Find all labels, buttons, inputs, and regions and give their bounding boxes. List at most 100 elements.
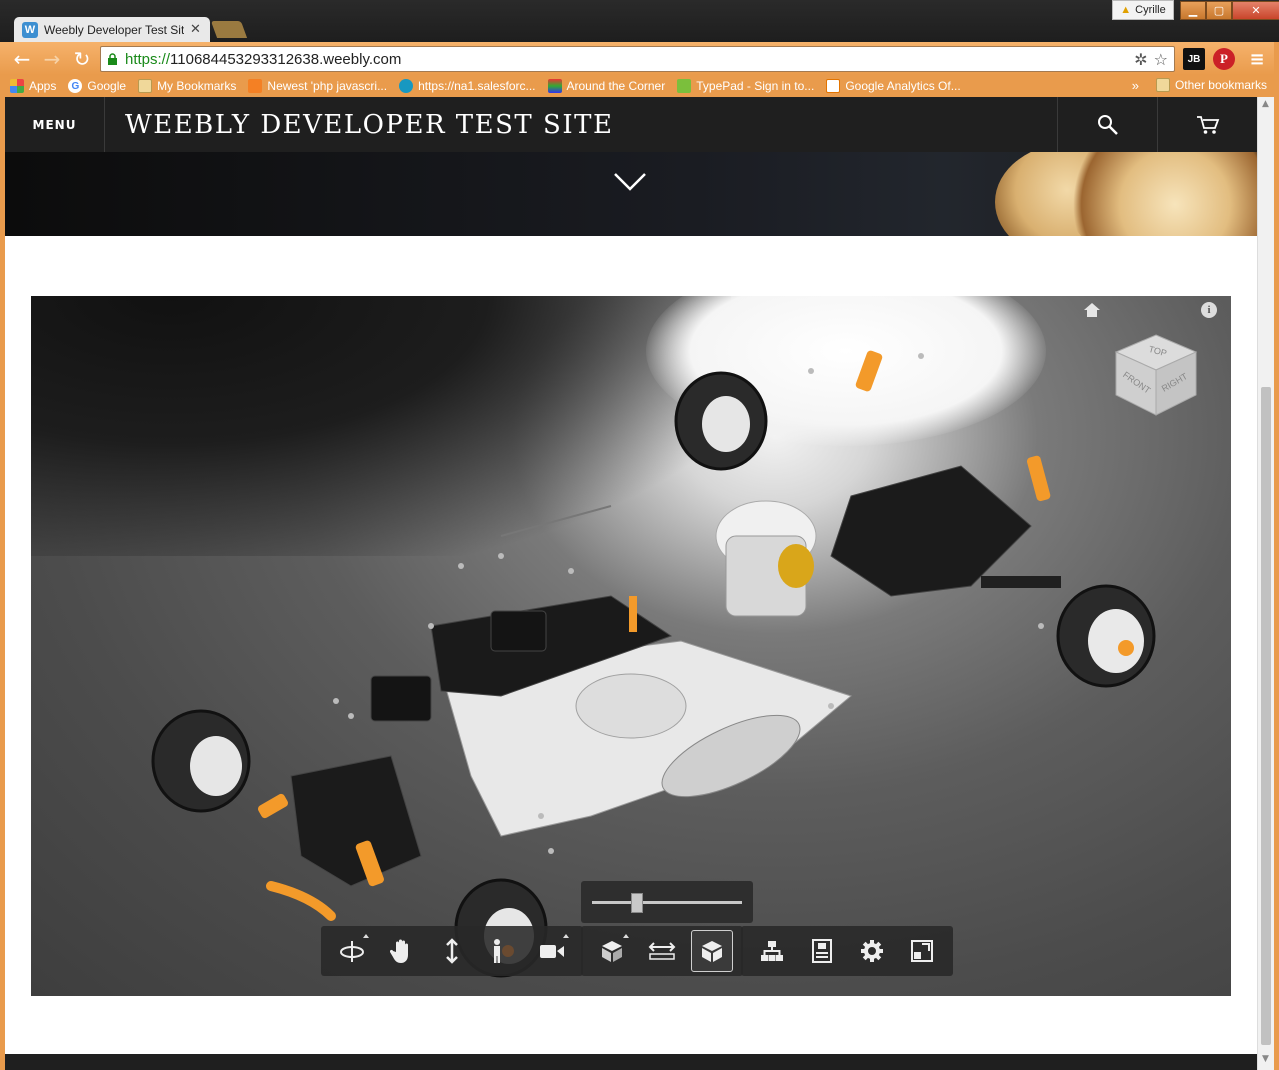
profile-name: Cyrille [1135, 4, 1166, 16]
settings-tool[interactable] [847, 930, 897, 972]
front-shock-left [257, 793, 289, 819]
explode-slider-track[interactable] [592, 901, 742, 904]
model-structure-icon [761, 941, 783, 961]
analytics-icon [826, 79, 841, 93]
orange-spacer [629, 596, 637, 632]
throttle-servo [490, 610, 547, 652]
properties-tool[interactable] [797, 930, 847, 972]
tab-close-icon[interactable]: ✕ [190, 22, 201, 37]
chrome-menu-icon[interactable]: ≡ [1246, 48, 1268, 70]
maximize-button[interactable]: ▢ [1206, 1, 1232, 20]
bookmark-star-icon[interactable]: ☆ [1154, 50, 1168, 69]
bookmark-stackoverflow[interactable]: Newest 'php javascri... [248, 79, 387, 93]
zoom-tool[interactable] [427, 930, 477, 972]
orbit-icon [340, 941, 364, 962]
more-bookmarks-icon[interactable]: » [1132, 78, 1139, 93]
warning-icon: ▲ [1120, 4, 1132, 16]
stackoverflow-icon [248, 79, 263, 93]
section-icon [702, 941, 722, 962]
scroll-down-chevron-icon[interactable] [613, 172, 647, 192]
cart-icon [1196, 115, 1219, 134]
rear-shock [1026, 455, 1051, 502]
3d-model-viewer[interactable]: i TOP FRONT RIGHT [31, 296, 1231, 996]
measure-tool[interactable] [637, 930, 687, 972]
scroll-up-icon[interactable]: ▲ [1262, 99, 1269, 109]
bookmark-around-the-corner[interactable]: Around the Corner [547, 79, 665, 93]
site-icon [547, 79, 562, 93]
bookmark-label: TypePad - Sign in to... [696, 79, 815, 93]
profile-button[interactable]: ▲ Cyrille [1112, 0, 1174, 20]
first-person-tool[interactable] [477, 930, 527, 972]
url-scheme: https:// [125, 50, 171, 68]
first-person-icon [494, 939, 514, 963]
folder-icon [1155, 78, 1170, 92]
window-controls: ▁ ▢ ✕ [1180, 1, 1279, 20]
properties-icon [812, 939, 832, 963]
explode-caret-icon [623, 934, 629, 938]
explode-tool[interactable] [587, 930, 637, 972]
bookmark-typepad[interactable]: TypePad - Sign in to... [677, 79, 814, 93]
scrollbar-thumb[interactable] [1261, 387, 1271, 1045]
search-icon [1097, 114, 1118, 135]
address-bar[interactable]: https://110684453293312638.weebly.com ✲ … [100, 46, 1175, 72]
bookmark-google[interactable]: G Google [68, 79, 126, 93]
close-window-button[interactable]: ✕ [1232, 1, 1279, 20]
jetbrains-extension-icon[interactable]: JB [1183, 48, 1205, 70]
cookie-image [1065, 152, 1257, 236]
bookmark-apps[interactable]: Apps [10, 79, 56, 93]
google-icon: G [68, 79, 83, 93]
orange-rod [266, 881, 336, 921]
steering-rod [500, 505, 612, 537]
steering-servo [370, 675, 432, 722]
scroll-down-icon[interactable]: ▼ [1262, 1054, 1269, 1064]
new-tab-button[interactable] [210, 21, 248, 38]
explode-slider-thumb[interactable] [631, 893, 643, 913]
section-tool[interactable] [691, 930, 733, 972]
front-gearbox [290, 755, 422, 887]
model-tools [581, 926, 743, 976]
viewcube[interactable]: TOP FRONT RIGHT [1111, 330, 1201, 420]
back-icon[interactable]: ← [10, 47, 34, 71]
cart-button[interactable] [1157, 97, 1257, 152]
minimize-button[interactable]: ▁ [1180, 1, 1206, 20]
page-viewport: MENU WEEBLY DEVELOPER TEST SITE i TOP FR… [5, 97, 1257, 1070]
bookmark-google-analytics[interactable]: Google Analytics Of... [826, 79, 961, 93]
info-icon[interactable]: i [1201, 302, 1217, 318]
hero-banner [5, 152, 1257, 236]
bookmark-label: Google [87, 79, 127, 93]
menu-button[interactable]: MENU [5, 97, 105, 152]
bookmark-salesforce[interactable]: https://na1.salesforc... [399, 79, 536, 93]
fuel-tank [575, 673, 687, 739]
other-bookmarks[interactable]: Other bookmarks [1155, 78, 1267, 92]
lock-icon [108, 53, 117, 65]
orbit-tool[interactable] [327, 930, 377, 972]
site-settings-icon[interactable]: ✲ [1134, 50, 1147, 69]
browser-titlebar: W Weebly Developer Test Site ✕ ▲ Cyrille… [0, 0, 1279, 42]
pinterest-extension-icon[interactable]: P [1213, 48, 1235, 70]
other-bookmarks-label: Other bookmarks [1174, 78, 1267, 92]
browser-tab[interactable]: W Weebly Developer Test Site ✕ [14, 17, 210, 42]
forward-icon[interactable]: → [40, 47, 64, 71]
model-structure-tool[interactable] [747, 930, 797, 972]
bookmark-my-bookmarks[interactable]: My Bookmarks [138, 79, 236, 93]
url-text: https://110684453293312638.weebly.com [125, 51, 401, 68]
reload-icon[interactable]: ↻ [70, 47, 94, 71]
fullscreen-tool[interactable] [897, 930, 947, 972]
pan-tool[interactable] [377, 930, 427, 972]
search-button[interactable] [1057, 97, 1157, 152]
measure-icon [648, 942, 676, 960]
omnibox-actions: ✲ ☆ [1134, 50, 1168, 69]
pan-icon [390, 939, 408, 963]
page-scrollbar[interactable]: ▲ ▼ [1257, 97, 1274, 1070]
weebly-favicon-icon: W [22, 21, 38, 38]
folder-icon [138, 79, 153, 93]
home-view-icon[interactable] [1083, 302, 1101, 318]
camera-tool[interactable] [527, 930, 577, 972]
site-title[interactable]: WEEBLY DEVELOPER TEST SITE [105, 97, 1057, 152]
site-header: MENU WEEBLY DEVELOPER TEST SITE [5, 97, 1257, 152]
bookmark-label: https://na1.salesforc... [418, 79, 536, 93]
typepad-icon [677, 79, 692, 93]
zoom-icon [446, 938, 458, 964]
browser-toolbar: ← → ↻ https://110684453293312638.weebly.… [0, 42, 1279, 75]
flywheel [778, 544, 814, 588]
